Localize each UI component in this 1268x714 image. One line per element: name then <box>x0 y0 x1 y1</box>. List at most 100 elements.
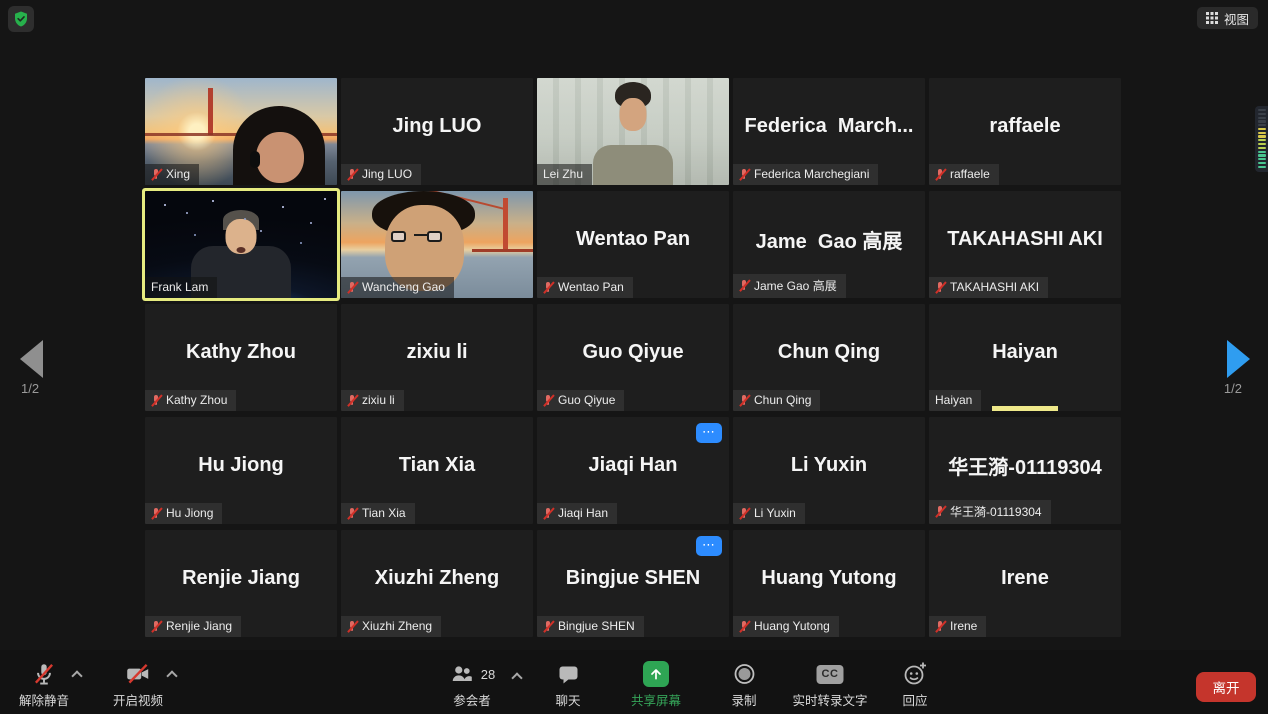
mic-muted-icon <box>739 507 749 520</box>
audio-options-chevron[interactable] <box>71 670 82 681</box>
participant-name-center: Xiuzhi Zheng <box>341 530 533 627</box>
mic-muted-icon <box>739 394 749 407</box>
bridge-deck <box>472 249 533 252</box>
meter-segment <box>1258 128 1266 130</box>
participant-name-center: TAKAHASHI AKI <box>929 191 1121 288</box>
participant-label: Li Yuxin <box>733 503 805 524</box>
glasses-bridge <box>414 234 428 236</box>
participant-tile[interactable]: 华王漪-01119304 华王漪-01119304 <box>929 417 1121 524</box>
more-options-button[interactable]: ⋯ <box>696 423 722 443</box>
participant-tile[interactable]: Hu Jiong Hu Jiong <box>145 417 337 524</box>
previous-page-arrow[interactable] <box>20 340 43 378</box>
person-face <box>620 98 647 131</box>
participant-label-text: Renjie Jiang <box>166 619 232 633</box>
participant-name-center: Chun Qing <box>733 304 925 401</box>
participant-label: Chun Qing <box>733 390 820 411</box>
live-transcript-label: 实时转录文字 <box>792 690 867 709</box>
view-button[interactable]: 视图 <box>1197 7 1258 29</box>
participant-label-text: Wancheng Gao <box>362 280 445 294</box>
participant-label: Hu Jiong <box>145 503 222 524</box>
start-video-button[interactable]: 开启视频 <box>113 660 163 709</box>
mic-muted-icon <box>151 620 161 633</box>
participant-label: Jiaqi Han <box>537 503 617 524</box>
mic-muted-icon <box>543 394 553 407</box>
camera-off-icon <box>124 660 152 688</box>
leave-button[interactable]: 离开 <box>1196 672 1256 702</box>
participant-tile[interactable]: TAKAHASHI AKI TAKAHASHI AKI <box>929 191 1121 298</box>
share-screen-icon <box>643 661 669 687</box>
record-icon <box>732 660 756 688</box>
participant-tile[interactable]: zixiu li zixiu li <box>341 304 533 411</box>
participant-label-text: Wentao Pan <box>558 280 624 294</box>
participant-label-text: Xing <box>166 167 190 181</box>
meter-segment <box>1258 113 1266 115</box>
participant-tile[interactable]: Renjie Jiang Renjie Jiang <box>145 530 337 637</box>
participant-label-text: Li Yuxin <box>754 506 796 520</box>
participant-tile[interactable]: Lei Zhu <box>537 78 729 185</box>
participant-tile[interactable]: Federica March... Federica Marchegiani <box>733 78 925 185</box>
participant-tile[interactable]: ⋯ Jiaqi Han Jiaqi Han <box>537 417 729 524</box>
participant-label: 华王漪-01119304 <box>929 500 1051 524</box>
participant-tile[interactable]: Chun Qing Chun Qing <box>733 304 925 411</box>
participant-tile[interactable]: Wancheng Gao <box>341 191 533 298</box>
reactions-smiley-icon <box>902 660 928 688</box>
participant-tile[interactable]: Li Yuxin Li Yuxin <box>733 417 925 524</box>
participants-button[interactable]: 28 参会者 <box>449 660 495 709</box>
headphones <box>250 151 260 168</box>
participant-label: Renjie Jiang <box>145 616 241 637</box>
participants-count: 28 <box>481 667 495 682</box>
chat-icon <box>556 660 580 688</box>
participant-tile[interactable]: Xiuzhi Zheng Xiuzhi Zheng <box>341 530 533 637</box>
live-transcript-button[interactable]: CC 实时转录文字 <box>792 660 867 709</box>
participant-tile[interactable]: Kathy Zhou Kathy Zhou <box>145 304 337 411</box>
participant-tile[interactable]: raffaele raffaele <box>929 78 1121 185</box>
more-options-button[interactable]: ⋯ <box>696 536 722 556</box>
unmute-button[interactable]: 解除静音 <box>19 660 69 709</box>
meter-segment <box>1258 132 1266 134</box>
mic-muted-icon <box>739 168 749 181</box>
participant-label-text: zixiu li <box>362 393 395 407</box>
security-shield-button[interactable] <box>8 6 34 32</box>
reactions-button[interactable]: 回应 <box>902 660 928 709</box>
participant-tile[interactable]: Frank Lam <box>145 191 337 298</box>
participant-label: Jame Gao 高展 <box>733 274 846 298</box>
mic-muted-icon <box>31 660 57 688</box>
next-page-arrow[interactable] <box>1227 340 1250 378</box>
meter-segment <box>1258 154 1266 156</box>
mic-muted-icon <box>543 620 553 633</box>
participant-tile[interactable]: Irene Irene <box>929 530 1121 637</box>
participant-tile[interactable]: Tian Xia Tian Xia <box>341 417 533 524</box>
mic-muted-icon <box>543 507 553 520</box>
participant-label-text: Tian Xia <box>362 506 406 520</box>
participant-name-center: Guo Qiyue <box>537 304 729 401</box>
audio-level-meter <box>1255 106 1268 172</box>
participant-label: Federica Marchegiani <box>733 164 878 185</box>
participant-tile[interactable]: Haiyan Haiyan <box>929 304 1121 411</box>
mic-muted-icon <box>151 168 161 181</box>
person-shirt <box>593 145 673 185</box>
mic-muted-icon <box>935 620 945 633</box>
participant-tile[interactable]: ⋯ Bingjue SHEN Bingjue SHEN <box>537 530 729 637</box>
mic-muted-icon <box>347 168 357 181</box>
participant-tile[interactable]: Jame Gao 高展 Jame Gao 高展 <box>733 191 925 298</box>
mic-muted-icon <box>151 394 161 407</box>
record-button[interactable]: 录制 <box>731 660 756 709</box>
participant-name-center: Hu Jiong <box>145 417 337 514</box>
participant-tile[interactable]: Guo Qiyue Guo Qiyue <box>537 304 729 411</box>
participant-label: Tian Xia <box>341 503 415 524</box>
participant-name-center: zixiu li <box>341 304 533 401</box>
participant-label-text: Xiuzhi Zheng <box>362 619 432 633</box>
participant-tile[interactable]: Xing <box>145 78 337 185</box>
participant-tile[interactable]: Jing LUO Jing LUO <box>341 78 533 185</box>
participant-label-text: 华王漪-01119304 <box>950 503 1042 520</box>
security-shield-icon <box>12 10 30 28</box>
participant-label-text: Jing LUO <box>362 167 412 181</box>
participant-tile[interactable]: Huang Yutong Huang Yutong <box>733 530 925 637</box>
participant-name-center: Federica March... <box>733 78 925 175</box>
share-screen-button[interactable]: 共享屏幕 <box>631 660 681 709</box>
participant-tile[interactable]: Wentao Pan Wentao Pan <box>537 191 729 298</box>
participant-name-center: Renjie Jiang <box>145 530 337 627</box>
participants-options-chevron[interactable] <box>511 672 522 683</box>
video-options-chevron[interactable] <box>166 670 177 681</box>
chat-button[interactable]: 聊天 <box>555 660 580 709</box>
